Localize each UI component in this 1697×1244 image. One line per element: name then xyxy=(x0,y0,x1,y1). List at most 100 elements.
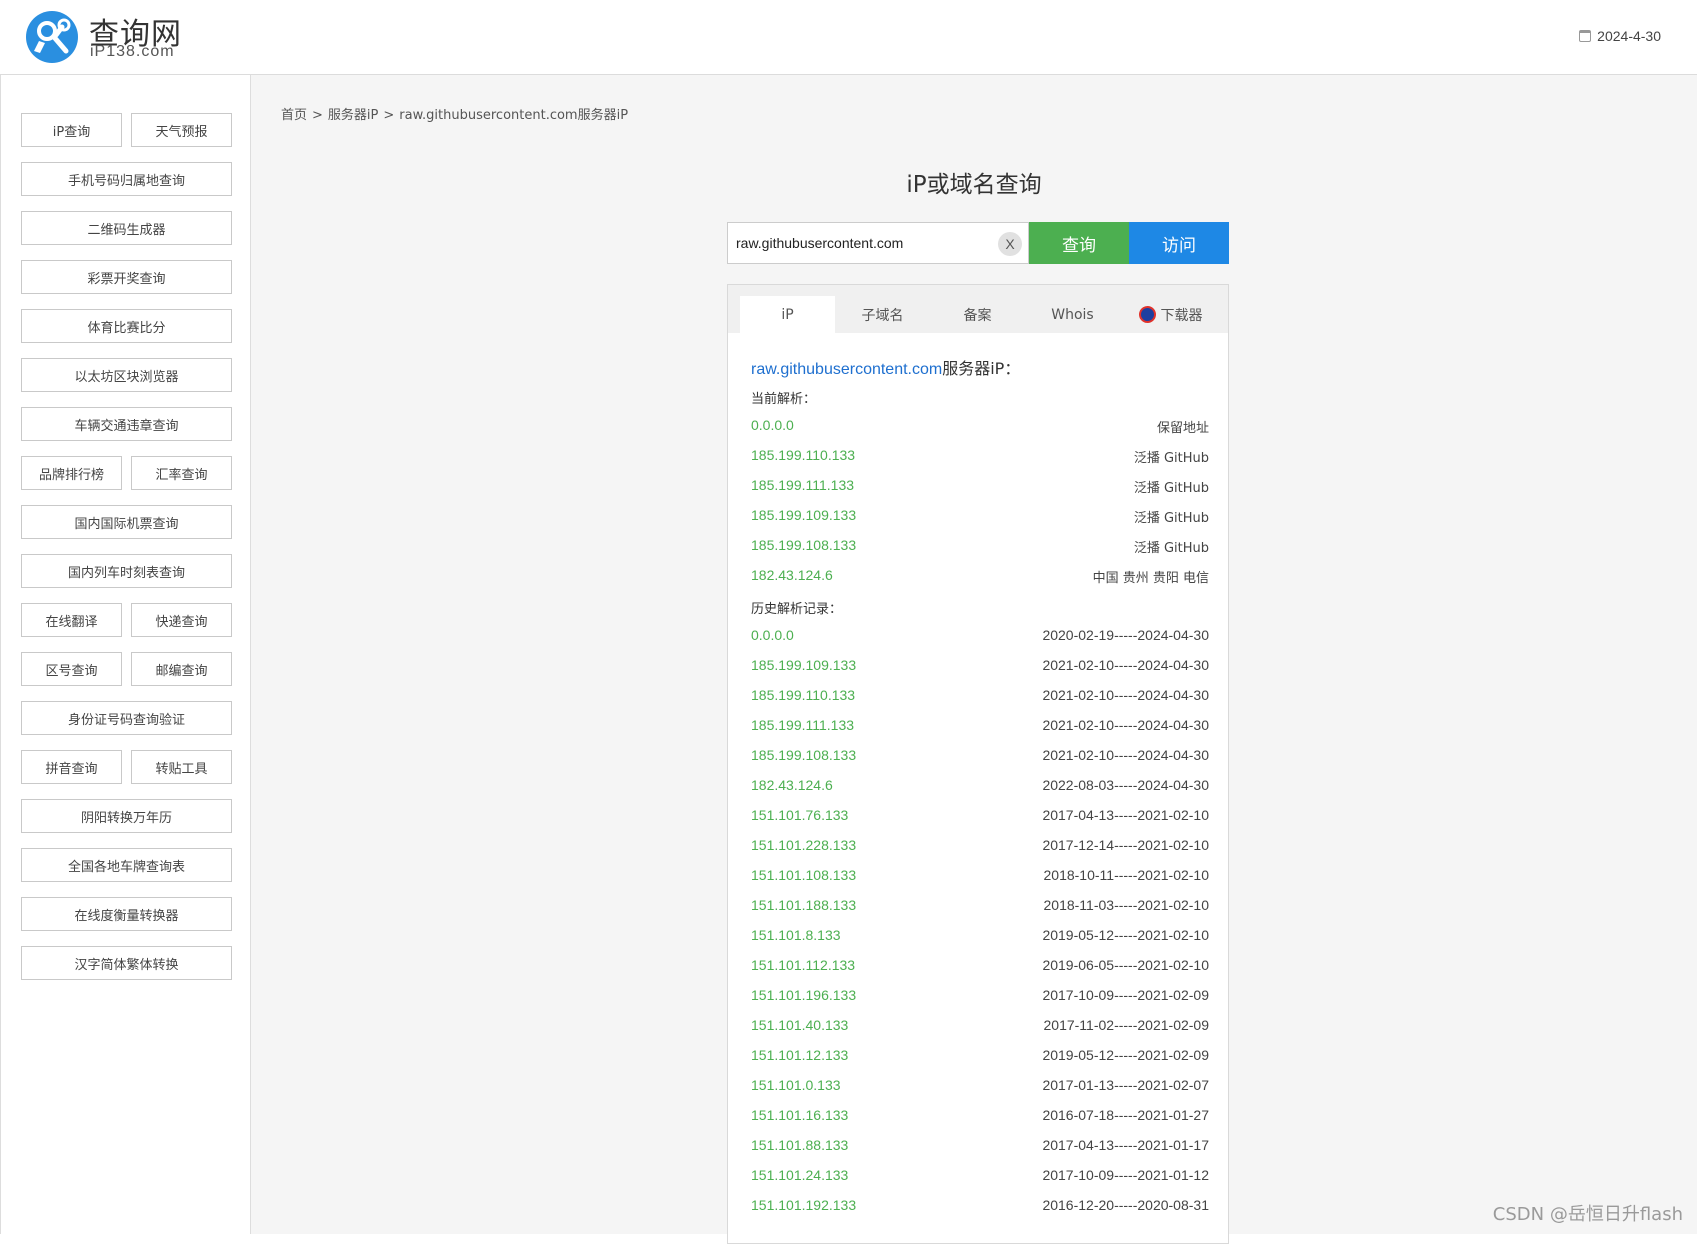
sidebar-link[interactable]: 在线翻译 xyxy=(21,603,122,637)
sidebar-link[interactable]: 天气预报 xyxy=(131,113,232,147)
sidebar-link[interactable]: 汇率查询 xyxy=(131,456,232,490)
ip-link[interactable]: 182.43.124.6 xyxy=(751,777,833,793)
history-resolution-row: 151.101.40.133 2017-11-02-----2021-02-09 xyxy=(751,1017,1209,1039)
tab-whois[interactable]: Whois xyxy=(1025,296,1120,333)
page-title: iP或域名查询 xyxy=(906,172,1042,198)
history-resolution-row: 151.101.8.133 2019-05-12-----2021-02-10 xyxy=(751,927,1209,949)
date-range: 2021-02-10-----2024-04-30 xyxy=(1042,717,1209,733)
sidebar-link[interactable]: 体育比赛比分 xyxy=(21,309,232,343)
sidebar-link[interactable]: 手机号码归属地查询 xyxy=(21,162,232,196)
date-range: 2021-02-10-----2024-04-30 xyxy=(1042,657,1209,673)
ip-link[interactable]: 151.101.76.133 xyxy=(751,807,848,823)
ip-link[interactable]: 151.101.12.133 xyxy=(751,1047,848,1063)
ip-link[interactable]: 0.0.0.0 xyxy=(751,417,794,433)
current-resolution-row: 185.199.109.133 泛播 GitHub xyxy=(751,507,1209,529)
ip-link[interactable]: 151.101.40.133 xyxy=(751,1017,848,1033)
sidebar-link[interactable]: 快递查询 xyxy=(131,603,232,637)
tab-subdomain[interactable]: 子域名 xyxy=(835,296,930,333)
sidebar-link[interactable]: 车辆交通违章查询 xyxy=(21,407,232,441)
date-range: 2016-12-20-----2020-08-31 xyxy=(1042,1197,1209,1213)
ip-link[interactable]: 151.101.188.133 xyxy=(751,897,856,913)
search-input[interactable] xyxy=(728,223,988,263)
sidebar-link[interactable]: 在线度衡量转换器 xyxy=(21,897,232,931)
ip-link[interactable]: 185.199.110.133 xyxy=(751,687,855,703)
date-range: 2019-06-05-----2021-02-10 xyxy=(1042,957,1209,973)
history-resolution-row: 151.101.16.133 2016-07-18-----2021-01-27 xyxy=(751,1107,1209,1129)
sidebar-link[interactable]: 身份证号码查询验证 xyxy=(21,701,232,735)
history-resolution-row: 151.101.228.133 2017-12-14-----2021-02-10 xyxy=(751,837,1209,859)
sidebar-link[interactable]: 以太坊区块浏览器 xyxy=(21,358,232,392)
history-resolution-row: 151.101.192.133 2016-12-20-----2020-08-31 xyxy=(751,1197,1209,1219)
query-button[interactable]: 查询 xyxy=(1029,222,1129,264)
ip-link[interactable]: 151.101.0.133 xyxy=(751,1077,841,1093)
breadcrumb-server-ip-link[interactable]: 服务器iP xyxy=(328,108,378,123)
date-text: 2024-4-30 xyxy=(1597,28,1661,44)
clear-button[interactable]: X xyxy=(998,232,1022,256)
sidebar-link[interactable]: 拼音查询 xyxy=(21,750,122,784)
ip-link[interactable]: 0.0.0.0 xyxy=(751,627,794,643)
ip-link[interactable]: 151.101.108.133 xyxy=(751,867,856,883)
ip-link[interactable]: 185.199.109.133 xyxy=(751,657,856,673)
sidebar-link[interactable]: 阴阳转换万年历 xyxy=(21,799,232,833)
breadcrumb-home-link[interactable]: 首页 xyxy=(281,108,307,123)
downloader-icon xyxy=(1138,306,1156,323)
sidebar-link[interactable]: 汉字简体繁体转换 xyxy=(21,946,232,980)
current-resolution-row: 182.43.124.6 中国 贵州 贵阳 电信 xyxy=(751,567,1209,589)
ip-link[interactable]: 151.101.192.133 xyxy=(751,1197,856,1213)
history-resolution-row: 151.101.24.133 2017-10-09-----2021-01-12 xyxy=(751,1167,1209,1189)
sidebar-link[interactable]: 全国各地车牌查询表 xyxy=(21,848,232,882)
ip-link[interactable]: 185.199.111.133 xyxy=(751,717,854,733)
tab-bar: iP 子域名 备案 Whois 下载器 xyxy=(728,285,1228,333)
header-date: 2024-4-30 xyxy=(1579,28,1661,44)
history-resolution-row: 182.43.124.6 2022-08-03-----2024-04-30 xyxy=(751,777,1209,799)
ip-link[interactable]: 185.199.108.133 xyxy=(751,537,856,553)
ip-link[interactable]: 151.101.24.133 xyxy=(751,1167,848,1183)
sidebar-link[interactable]: 彩票开奖查询 xyxy=(21,260,232,294)
site-header: 查询网 iP138.com 2024-4-30 xyxy=(0,0,1697,75)
result-heading: raw.githubusercontent.com服务器iP： xyxy=(751,355,1020,379)
date-range: 2018-10-11-----2021-02-10 xyxy=(1043,867,1210,883)
ip-link[interactable]: 151.101.8.133 xyxy=(751,927,841,943)
ip-link[interactable]: 185.199.109.133 xyxy=(751,507,856,523)
tab-ip[interactable]: iP xyxy=(740,296,835,333)
sidebar-link[interactable]: 二维码生成器 xyxy=(21,211,232,245)
date-range: 2019-05-12-----2021-02-09 xyxy=(1042,1047,1209,1063)
sidebar-link[interactable]: 国内国际机票查询 xyxy=(21,505,232,539)
date-range: 2022-08-03-----2024-04-30 xyxy=(1042,777,1209,793)
breadcrumb-separator: > xyxy=(383,108,395,123)
result-domain: raw.githubusercontent.com xyxy=(751,361,943,378)
visit-button[interactable]: 访问 xyxy=(1129,222,1229,264)
history-resolution-row: 151.101.112.133 2019-06-05-----2021-02-10 xyxy=(751,957,1209,979)
sidebar-link[interactable]: 邮编查询 xyxy=(131,652,232,686)
breadcrumb-separator: > xyxy=(312,108,323,123)
ip-link[interactable]: 151.101.88.133 xyxy=(751,1137,848,1153)
sidebar-link[interactable]: 国内列车时刻表查询 xyxy=(21,554,232,588)
history-resolution-row: 0.0.0.0 2020-02-19-----2024-04-30 xyxy=(751,627,1209,649)
ip-link[interactable]: 185.199.111.133 xyxy=(751,477,854,493)
ip-location: 泛播 GitHub xyxy=(1133,511,1209,526)
ip-link[interactable]: 151.101.228.133 xyxy=(751,837,856,853)
history-resolution-row: 151.101.76.133 2017-04-13-----2021-02-10 xyxy=(751,807,1209,829)
ip-link[interactable]: 151.101.112.133 xyxy=(751,957,855,973)
tab-downloader[interactable]: 下载器 xyxy=(1123,296,1218,333)
sidebar-link[interactable]: iP查询 xyxy=(21,113,122,147)
ip-link[interactable]: 151.101.16.133 xyxy=(751,1107,848,1123)
ip-link[interactable]: 182.43.124.6 xyxy=(751,567,833,583)
sidebar-link[interactable]: 品牌排行榜 xyxy=(21,456,122,490)
ip-link[interactable]: 151.101.196.133 xyxy=(751,987,856,1003)
sidebar-link[interactable]: 转贴工具 xyxy=(131,750,232,784)
sidebar: iP查询 天气预报手机号码归属地查询 二维码生成器 彩票开奖查询 体育比赛比分 以太坊区块… xyxy=(0,75,251,1234)
ip-link[interactable]: 185.199.108.133 xyxy=(751,747,856,763)
logo-icon[interactable] xyxy=(26,11,78,63)
history-resolution-row: 185.199.110.133 2021-02-10-----2024-04-30 xyxy=(751,687,1209,709)
tab-beian[interactable]: 备案 xyxy=(930,296,1025,333)
date-range: 2017-10-09-----2021-01-12 xyxy=(1042,1167,1209,1183)
logo-subtitle[interactable]: iP138.com xyxy=(90,43,175,61)
date-range: 2017-11-02-----2021-02-09 xyxy=(1043,1017,1210,1033)
sidebar-link[interactable]: 区号查询 xyxy=(21,652,122,686)
date-range: 2017-12-14-----2021-02-10 xyxy=(1042,837,1209,853)
ip-link[interactable]: 185.199.110.133 xyxy=(751,447,855,463)
result-panel: iP 子域名 备案 Whois 下载器 raw.githubuserconten… xyxy=(727,284,1229,1244)
history-resolution-row: 185.199.108.133 2021-02-10-----2024-04-30 xyxy=(751,747,1209,769)
history-resolution-row: 151.101.0.133 2017-01-13-----2021-02-07 xyxy=(751,1077,1209,1099)
